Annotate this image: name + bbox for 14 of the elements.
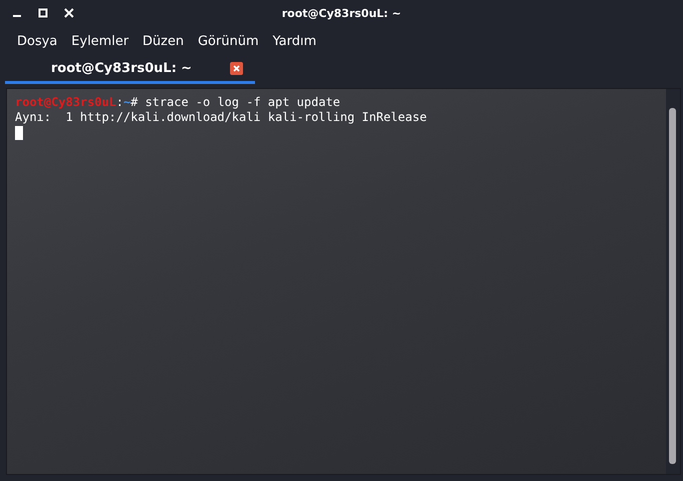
scrollbar[interactable] xyxy=(669,108,676,464)
maximize-icon[interactable] xyxy=(38,8,48,18)
terminal-tab[interactable]: root@Cy83rs0uL: ~ xyxy=(5,56,255,84)
menu-item[interactable]: Görünüm xyxy=(190,32,266,50)
terminal-area[interactable]: root@Cy83rs0uL:~# strace -o log -f apt update Aynı: 1 http://kali.download/kali kali-rolling InRelease xyxy=(6,88,681,475)
close-tab-icon[interactable] xyxy=(230,62,243,75)
terminal-line: root@Cy83rs0uL:~# strace -o log -f apt update xyxy=(15,95,342,110)
close-icon[interactable] xyxy=(64,8,74,18)
menu-item[interactable]: Dosya xyxy=(10,32,64,50)
terminal-line: Aynı: 1 http://kali.download/kali kali-rolling InRelease xyxy=(15,110,428,125)
window-title: root@Cy83rs0uL: ~ xyxy=(282,6,402,20)
menu-item[interactable]: Düzen xyxy=(136,32,191,50)
menu-item[interactable]: Yardım xyxy=(266,32,324,50)
menu-item[interactable]: Eylemler xyxy=(64,32,136,50)
